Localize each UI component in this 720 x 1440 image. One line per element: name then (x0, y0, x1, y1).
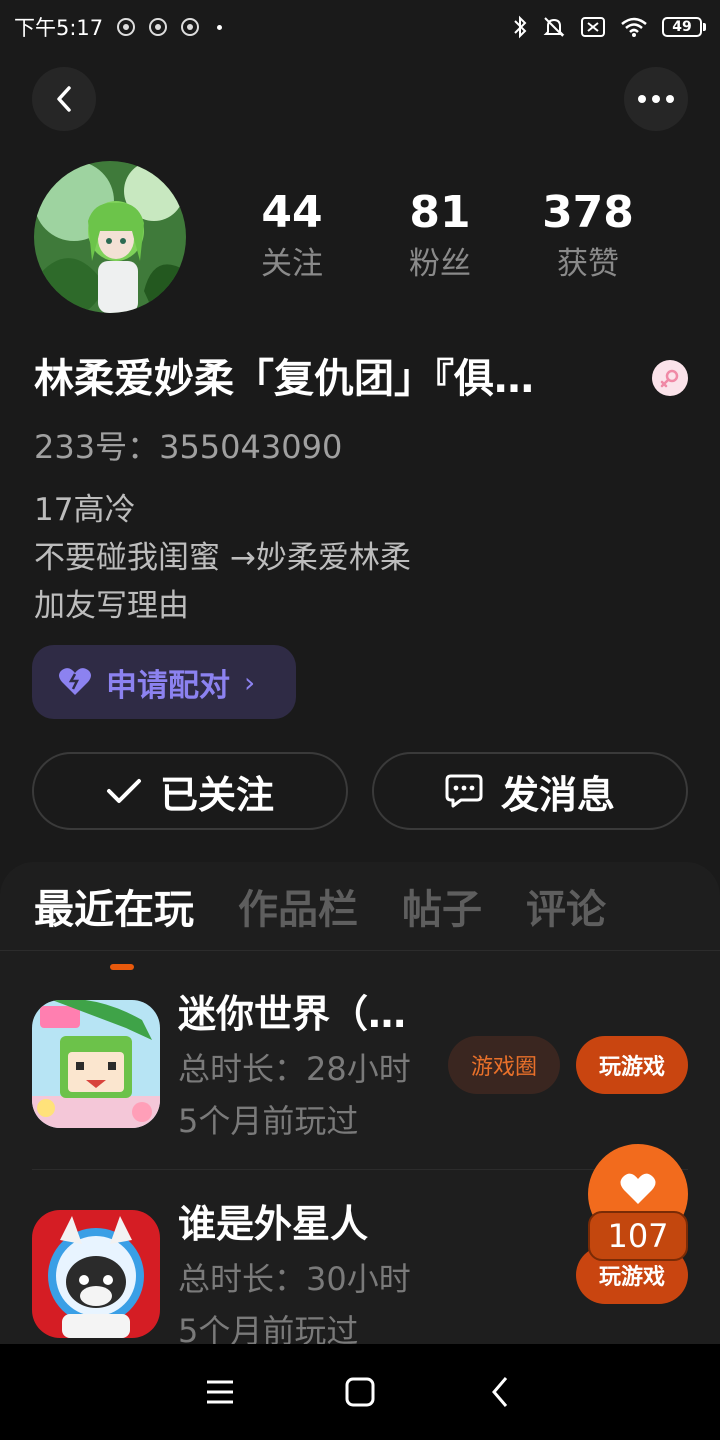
back-icon (57, 86, 71, 112)
tab-works[interactable]: 作品栏 (238, 882, 358, 938)
app-notification-icon (181, 18, 200, 36)
battery-icon: 49 (662, 17, 706, 37)
game-last-played: 5个月前玩过 (178, 1312, 359, 1344)
more-button[interactable] (624, 67, 688, 131)
apply-pair-label: 申请配对 (106, 667, 230, 704)
profile-stats: 44 关注 81 粉丝 378 获赞 (218, 186, 662, 288)
likes-count: 378 (542, 187, 634, 238)
menu-icon (207, 1380, 233, 1404)
status-bar: 下午5:17 49 (0, 0, 720, 54)
notification-icons (117, 18, 200, 36)
like-count: 107 (588, 1211, 688, 1261)
mute-icon (543, 17, 565, 37)
bluetooth-icon (514, 15, 527, 39)
fans-label: 粉丝 (409, 246, 471, 282)
apply-pair-button[interactable]: 申请配对 › (32, 645, 296, 719)
stat-likes[interactable]: 378 获赞 (514, 186, 662, 288)
bio-line: 17高冷 (34, 492, 136, 528)
divider (0, 950, 720, 951)
check-icon (106, 777, 142, 805)
game-item[interactable]: 迷你世界（… 总时长：28小时 5个月前玩过 游戏圈 玩游戏 (0, 982, 720, 1162)
female-icon (660, 369, 679, 388)
avatar[interactable] (34, 161, 186, 313)
status-time: 下午5:17 (14, 16, 104, 40)
gender-badge (652, 360, 688, 396)
more-notifications-dot (217, 24, 223, 30)
bio-line: 加友写理由 (34, 588, 189, 624)
more-icon (638, 95, 674, 103)
stat-following[interactable]: 44 关注 (218, 186, 366, 288)
battery-level: 49 (662, 17, 702, 37)
back-button[interactable] (32, 67, 96, 131)
bio: 17高冷 不要碰我闺蜜 →妙柔爱林柔 加友写理由 (34, 486, 411, 630)
send-message-button[interactable]: 发消息 (372, 752, 688, 830)
nav-back-button[interactable] (470, 1362, 530, 1422)
home-button[interactable] (330, 1362, 390, 1422)
profile-tabs: 最近在玩 作品栏 帖子 评论 (34, 882, 606, 970)
chevron-right-icon: › (244, 665, 256, 699)
game-circle-button[interactable]: 游戏圈 (448, 1036, 560, 1094)
sim-icon (581, 17, 605, 37)
game-icon (32, 1000, 160, 1128)
following-label: 关注 (261, 246, 323, 282)
wifi-icon (621, 17, 647, 37)
game-duration: 总时长：30小时 (178, 1260, 411, 1298)
username: 林柔爱妙柔「复仇团」『俱… (34, 356, 534, 402)
likes-label: 获赞 (557, 246, 619, 282)
user-id: 233号：355043090 (34, 428, 343, 466)
heart-icon (59, 668, 91, 695)
followed-label: 已关注 (159, 772, 274, 817)
game-duration: 总时长：28小时 (178, 1050, 411, 1088)
nav-back-icon (492, 1377, 508, 1407)
system-nav-bar (0, 1344, 720, 1440)
following-count: 44 (261, 187, 323, 238)
app-notification-icon (149, 18, 168, 36)
game-name: 迷你世界（… (178, 992, 407, 1036)
divider (32, 1169, 688, 1170)
tab-comments[interactable]: 评论 (526, 882, 606, 938)
home-icon (345, 1377, 375, 1407)
bio-line: 不要碰我闺蜜 →妙柔爱林柔 (34, 540, 411, 576)
fans-count: 81 (409, 187, 471, 238)
followed-button[interactable]: 已关注 (32, 752, 348, 830)
send-message-label: 发消息 (500, 772, 615, 817)
tab-posts[interactable]: 帖子 (402, 882, 482, 938)
game-icon (32, 1210, 160, 1338)
game-name: 谁是外星人 (178, 1202, 369, 1246)
app-notification-icon (117, 18, 136, 36)
menu-button[interactable] (190, 1362, 250, 1422)
content-panel: 最近在玩 作品栏 帖子 评论 迷你世界（… 总时长：28小时 5个月前玩过 游戏… (0, 862, 720, 1344)
heart-icon (620, 1173, 656, 1204)
tab-recently-played[interactable]: 最近在玩 (34, 882, 194, 970)
play-game-button[interactable]: 玩游戏 (576, 1036, 688, 1094)
game-last-played: 5个月前玩过 (178, 1102, 359, 1140)
stat-fans[interactable]: 81 粉丝 (366, 186, 514, 288)
message-icon (445, 773, 483, 809)
